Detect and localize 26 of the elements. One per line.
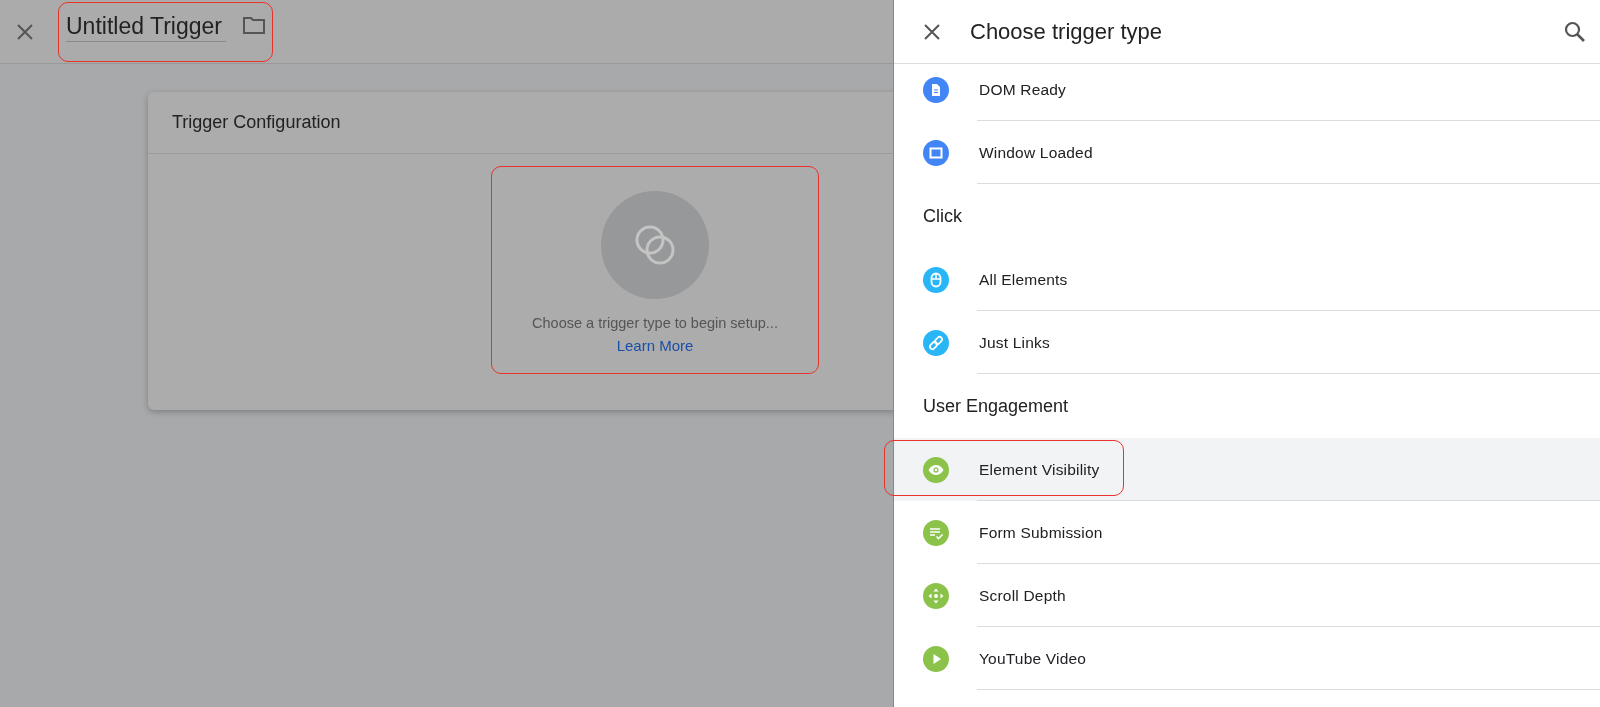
- trigger-type-item[interactable]: Window Loaded: [894, 121, 1600, 184]
- folder-icon[interactable]: [241, 14, 266, 35]
- trigger-type-item[interactable]: All Elements: [894, 248, 1600, 311]
- trigger-name-field[interactable]: Untitled Trigger: [66, 10, 226, 42]
- eye-icon: [923, 456, 949, 483]
- section-heading: Click: [923, 206, 962, 226]
- trigger-type-item[interactable]: Scroll Depth: [894, 564, 1600, 627]
- play-icon: [923, 645, 949, 672]
- checklist-icon: [923, 519, 949, 546]
- empty-state-message: Choose a trigger type to begin setup...: [532, 313, 778, 333]
- trigger-type-item[interactable]: Just Links: [894, 311, 1600, 374]
- search-icon[interactable]: [1564, 20, 1586, 43]
- trigger-type-item[interactable]: DOM Ready: [894, 58, 1600, 121]
- close-icon[interactable]: [924, 23, 940, 40]
- link-icon: [923, 329, 949, 356]
- panel-title: Choose trigger type: [970, 18, 1162, 46]
- mouse-icon: [923, 266, 949, 293]
- document-icon: [923, 76, 949, 103]
- close-icon[interactable]: [16, 22, 34, 41]
- window-icon: [923, 139, 949, 166]
- trigger-type-item[interactable]: YouTube Video: [894, 627, 1600, 690]
- trigger-type-item[interactable]: Element Visibility: [894, 438, 1600, 501]
- move-arrows-icon: [923, 582, 949, 609]
- trigger-type-item[interactable]: Form Submission: [894, 501, 1600, 564]
- section-heading: User Engagement: [923, 396, 1069, 416]
- card-title: Trigger Configuration: [172, 111, 341, 134]
